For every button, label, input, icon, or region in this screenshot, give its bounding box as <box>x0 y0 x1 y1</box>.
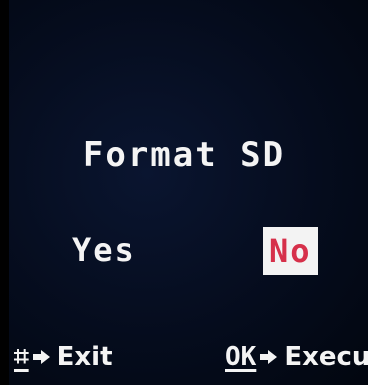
camera-screen: Format SD Yes No ⌗ Exit OK Execu <box>0 0 368 385</box>
execute-label: Execu <box>284 342 368 372</box>
footer-hints: ⌗ Exit OK Execu <box>0 337 368 377</box>
exit-label: Exit <box>56 342 113 372</box>
menu-gear-icon: ⌗ <box>14 342 29 372</box>
execute-hint[interactable]: OK Execu <box>225 337 368 377</box>
ok-key-label: OK <box>225 342 257 372</box>
arrow-right-icon <box>32 349 51 365</box>
screen-bezel <box>0 0 9 385</box>
exit-hint[interactable]: ⌗ Exit <box>14 337 113 377</box>
arrow-right-icon <box>260 349 278 365</box>
dialog-title: Format SD <box>82 135 286 175</box>
option-yes[interactable]: Yes <box>72 230 136 270</box>
option-no-selected[interactable]: No <box>263 227 318 275</box>
